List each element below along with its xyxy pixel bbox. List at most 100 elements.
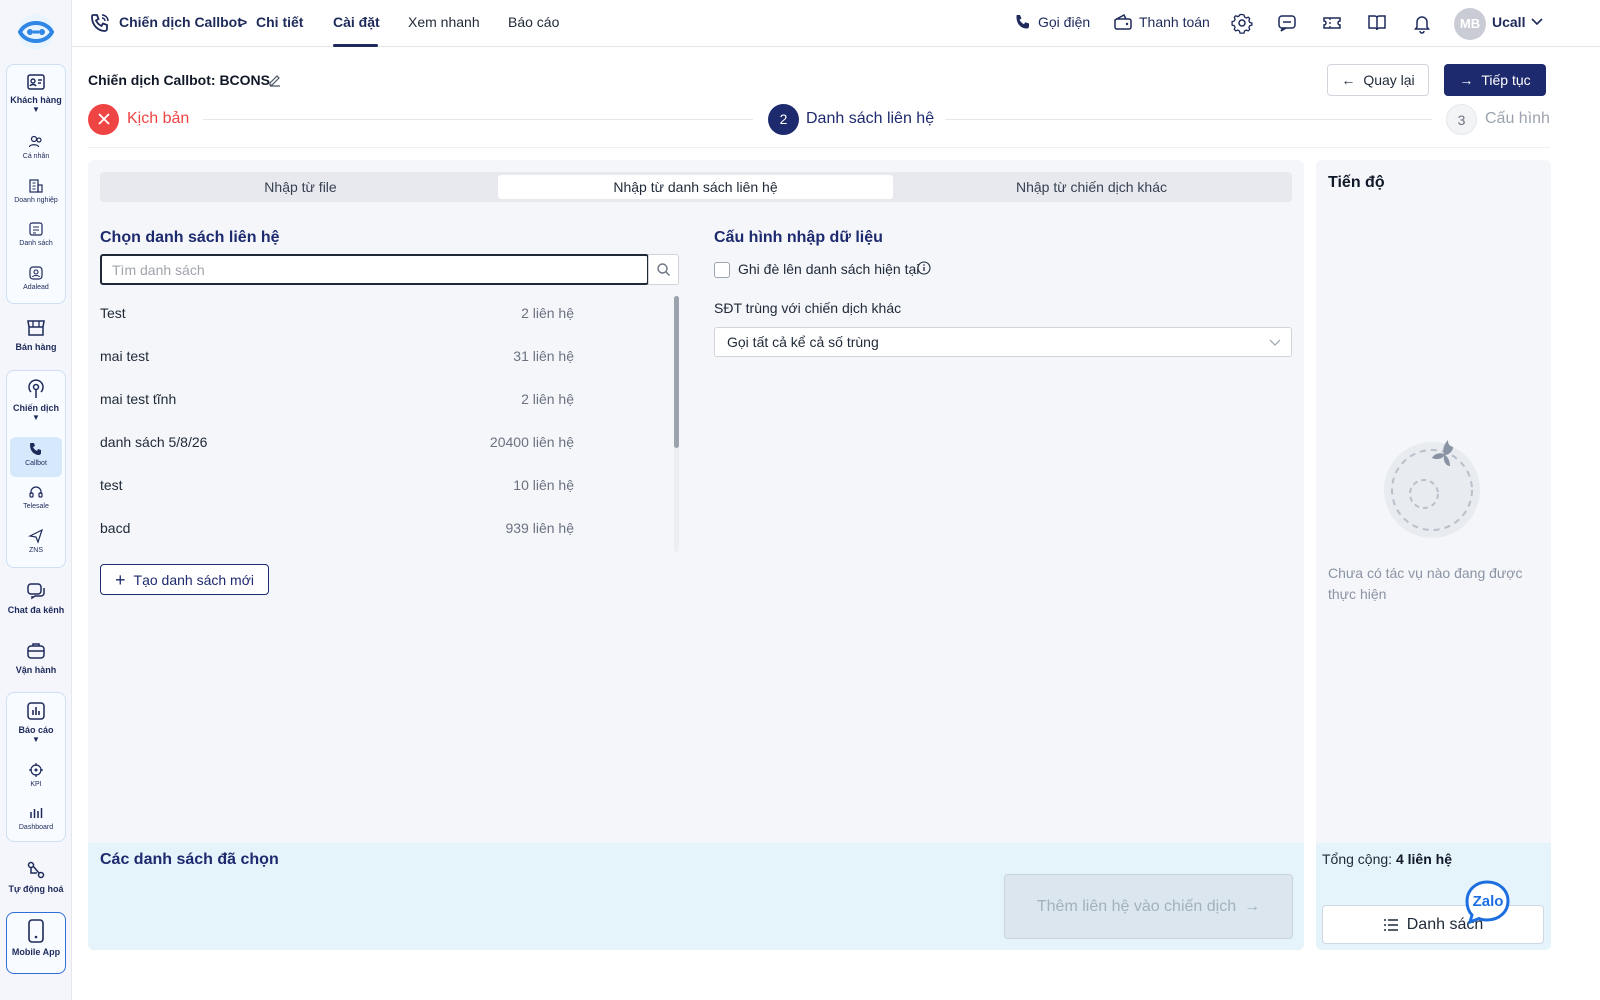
shop-icon (27, 320, 45, 336)
sidebar-item-omnichat[interactable]: Chat đa kênh (0, 580, 72, 615)
settings-icon[interactable] (1231, 12, 1253, 34)
call-button[interactable]: Gọi điện (1014, 13, 1090, 31)
sidebar-item-sales[interactable]: Bán hàng (0, 317, 72, 352)
total-value: 4 liên hệ (1395, 851, 1452, 867)
list-item-name: mai test tĩnh (100, 391, 177, 407)
sidebar-item-customers[interactable]: Khách hàng ▼ (0, 72, 72, 114)
progress-title: Tiến độ (1328, 174, 1385, 191)
sidebar-item-kpi[interactable]: KPI (0, 762, 72, 788)
sidebar-label: ZNS (29, 547, 43, 554)
tab-settings[interactable]: Cài đặt (333, 14, 380, 30)
arrow-left-icon: ← (1341, 72, 1356, 88)
sidebar-item-dashboard[interactable]: Dashboard (0, 805, 72, 831)
sidebar-item-campaigns[interactable]: Chiến dịch ▼ (0, 378, 72, 422)
book-icon[interactable] (1366, 12, 1388, 34)
bell-icon[interactable] (1411, 12, 1433, 34)
breadcrumb-current: Chi tiết (256, 14, 304, 30)
zalo-label: Zalo (1473, 893, 1504, 910)
sidebar-item-operations[interactable]: Vận hành (0, 640, 72, 675)
sidebar-label: Tự động hoá (8, 884, 64, 894)
sidebar-label: Mobile App (11, 947, 61, 957)
sidebar-label: Báo cáo (18, 725, 54, 735)
sidebar-item-mobile-app[interactable]: Mobile App (0, 918, 72, 957)
list-icon (29, 222, 43, 236)
tab-reports[interactable]: Báo cáo (508, 14, 559, 30)
contact-list-section-title: Chọn danh sách liên hệ (100, 229, 280, 246)
list-search-input[interactable] (100, 254, 649, 285)
sidebar-item-zns[interactable]: ZNS (0, 528, 72, 554)
sidebar-item-callbot[interactable]: Callbot (0, 441, 72, 467)
bar-chart-icon (27, 702, 45, 720)
step-3-circle[interactable]: 3 (1446, 104, 1477, 135)
building-icon (29, 179, 43, 193)
step-3-label[interactable]: Cấu hình (1485, 110, 1550, 128)
breadcrumb-separator: > (239, 14, 248, 30)
sidebar-item-personal[interactable]: Cá nhân (0, 134, 72, 160)
dashboard-icon (30, 808, 43, 818)
zalo-chat-widget[interactable]: Zalo (1462, 878, 1512, 926)
profile-icon (29, 266, 43, 280)
close-icon (97, 113, 110, 125)
total-label: Tổng cộng: (1322, 851, 1393, 867)
list-item[interactable]: mai test 31 liên hệ (100, 344, 574, 384)
avatar[interactable]: MB (1454, 8, 1486, 40)
chevron-down-icon[interactable] (1530, 17, 1544, 27)
tab-import-other-campaign[interactable]: Nhập từ chiến dịch khác (894, 175, 1289, 199)
list-item[interactable]: test 10 liên hệ (100, 473, 574, 513)
sidebar-item-lists[interactable]: Danh sách (0, 221, 72, 247)
ticket-icon[interactable] (1321, 12, 1343, 34)
tab-import-contact-list[interactable]: Nhập từ danh sách liên hệ (498, 175, 893, 199)
tab-import-file[interactable]: Nhập từ file (103, 175, 498, 199)
sidebar-label: KPI (30, 781, 42, 788)
overwrite-checkbox[interactable] (714, 262, 730, 278)
sidebar-item-reports[interactable]: Báo cáo ▼ (0, 700, 72, 744)
caret-down-icon: ▼ (32, 413, 40, 422)
list-item-name: Test (100, 305, 126, 321)
create-list-label: Tạo danh sách mới (133, 571, 254, 588)
sidebar-label: Vận hành (15, 665, 57, 675)
sidebar-label: Bán hàng (15, 342, 57, 352)
sidebar-item-adalead[interactable]: Adalead (0, 265, 72, 291)
config-section-title: Cấu hình nhập dữ liệu (714, 229, 883, 246)
breadcrumb-root[interactable]: Chiến dịch Callbot (119, 14, 242, 30)
phone-icon (30, 443, 41, 455)
edit-icon[interactable] (268, 73, 282, 87)
next-label: Tiếp tục (1481, 72, 1531, 88)
step-connector (203, 119, 753, 120)
search-button[interactable] (648, 254, 679, 285)
list-item[interactable]: danh sách 5/8/26 20400 liên hệ (100, 430, 574, 470)
ucall-logo[interactable] (14, 12, 58, 52)
sidebar-item-business[interactable]: Doanh nghiệp (0, 178, 72, 204)
add-contacts-button[interactable]: Thêm liên hệ vào chiến dịch → (1004, 874, 1293, 939)
step-2-label[interactable]: Danh sách liên hệ (806, 110, 934, 128)
sidebar-item-telesale[interactable]: Telesale (0, 484, 72, 510)
create-list-button[interactable]: + Tạo danh sách mới (100, 564, 269, 595)
list-item[interactable]: bacd 939 liên hệ (100, 516, 574, 556)
plus-icon: + (115, 569, 126, 590)
tab-quick-view[interactable]: Xem nhanh (408, 14, 480, 30)
step-2-circle[interactable]: 2 (768, 104, 799, 135)
list-icon (1383, 918, 1398, 931)
sidebar-item-automation[interactable]: Tự động hoá (0, 859, 72, 894)
step-1-error-circle[interactable] (88, 104, 119, 135)
info-icon[interactable] (917, 261, 931, 275)
list-item[interactable]: mai test tĩnh 2 liên hệ (100, 387, 574, 427)
list-item[interactable]: Test 2 liên hệ (100, 301, 574, 341)
payment-button[interactable]: Thanh toán (1113, 13, 1210, 31)
overwrite-label[interactable]: Ghi đè lên danh sách hiện tại (738, 261, 919, 277)
page-title: Chiến dịch Callbot: BCONS (88, 72, 270, 88)
list-scrollbar-thumb[interactable] (674, 296, 679, 448)
duplicate-phone-select[interactable]: Gọi tất cả kể cả số trùng (714, 327, 1292, 357)
message-icon[interactable] (1276, 12, 1298, 34)
next-button[interactable]: → Tiếp tục (1444, 64, 1546, 96)
sidebar-label: Chat đa kênh (7, 605, 65, 615)
step-1-label[interactable]: Kịch bản (127, 110, 189, 128)
sidebar-label: Danh sách (19, 240, 53, 247)
import-source-tabs: Nhập từ file Nhập từ danh sách liên hệ N… (100, 172, 1292, 202)
back-button[interactable]: ← Quay lại (1327, 64, 1429, 96)
phone-call-icon (91, 14, 109, 32)
selected-lists-title: Các danh sách đã chọn (100, 851, 279, 868)
user-name[interactable]: Ucall (1492, 14, 1525, 30)
list-item-count: 2 liên hệ (521, 305, 574, 321)
payment-label: Thanh toán (1139, 14, 1210, 30)
